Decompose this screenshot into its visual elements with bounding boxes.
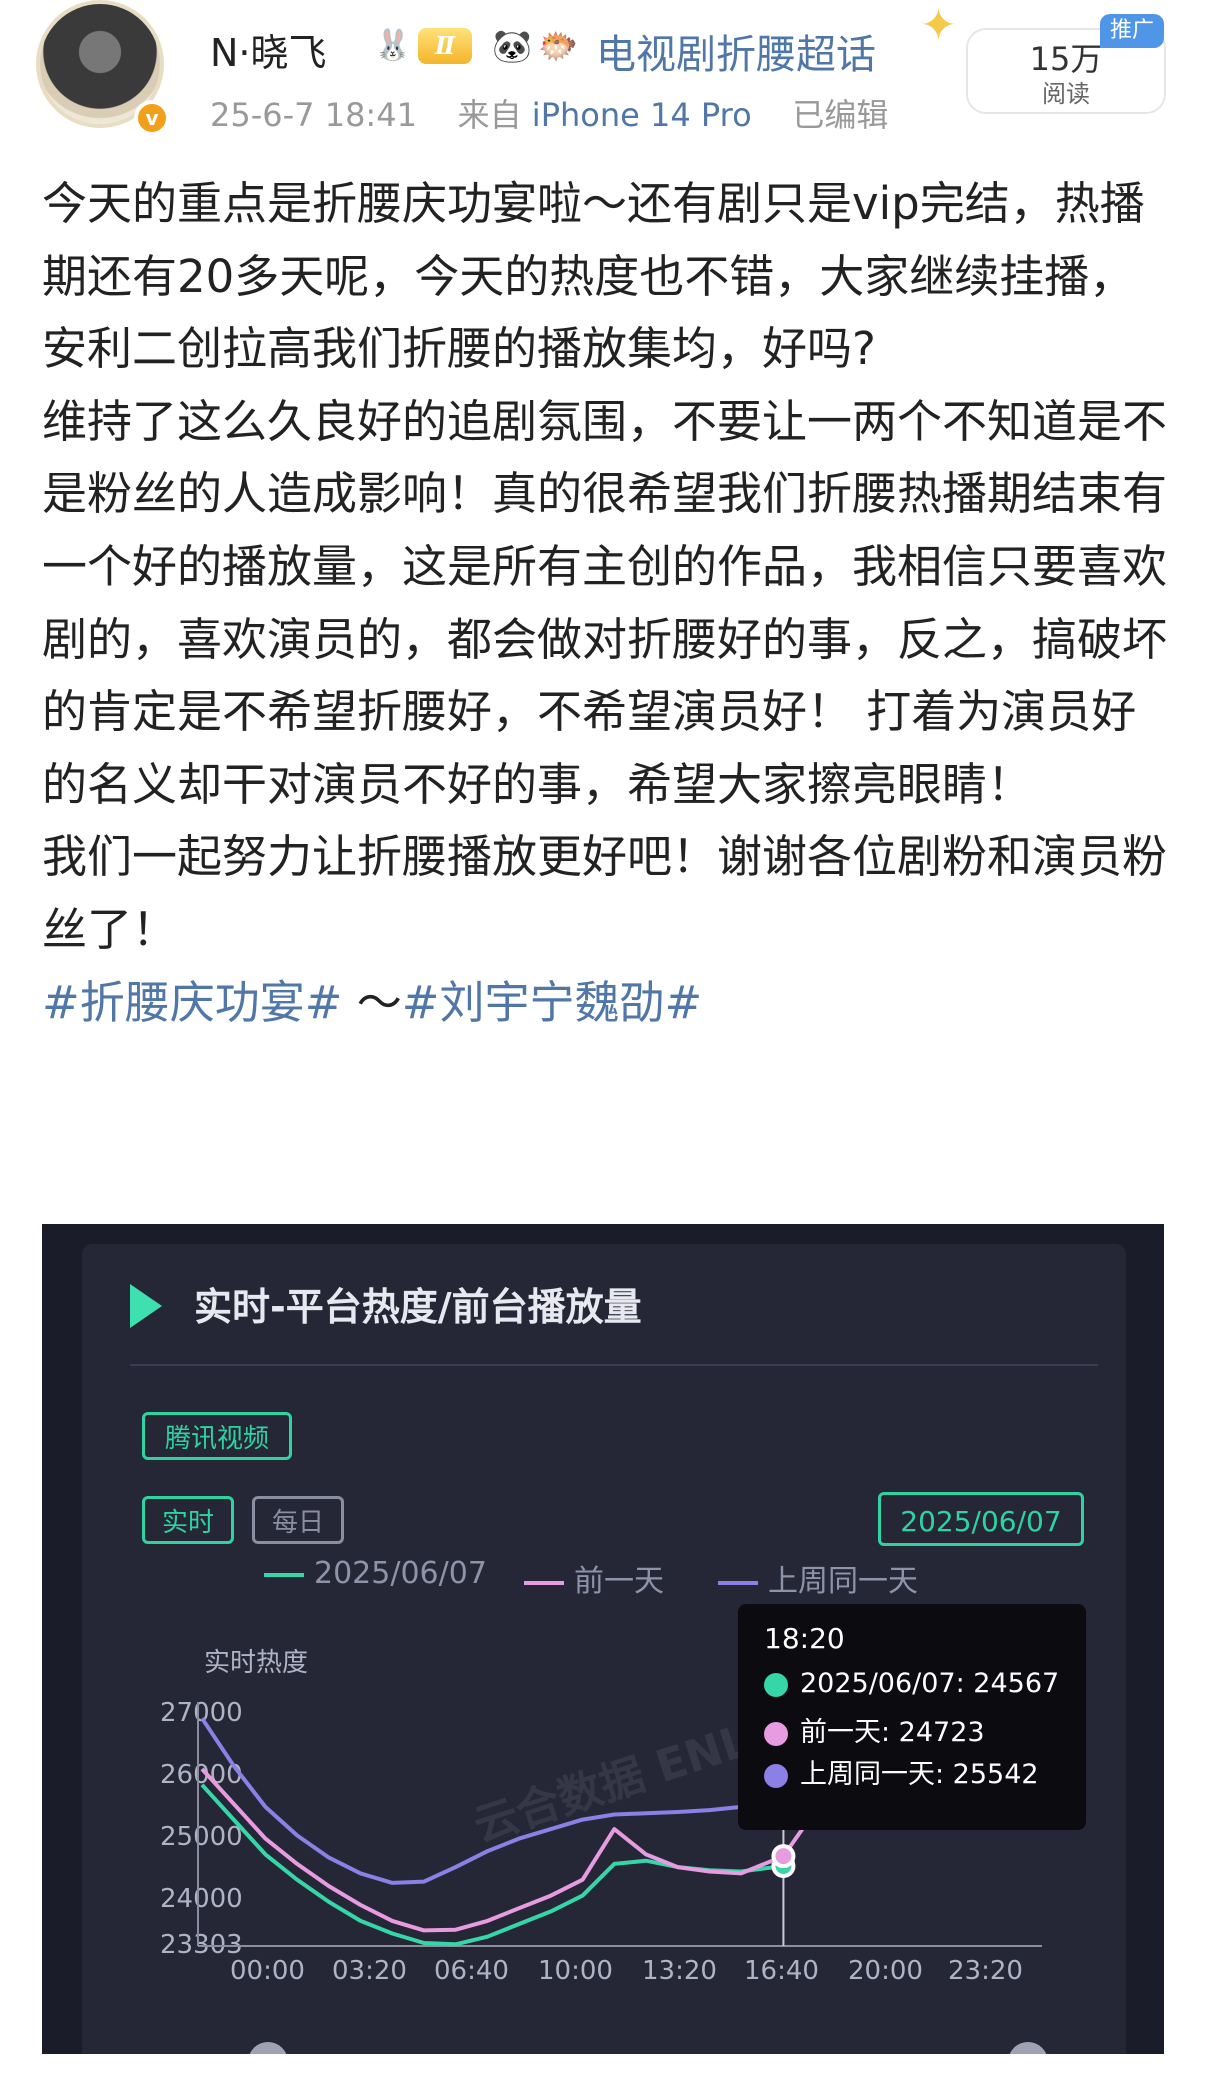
avatar-container[interactable]: v bbox=[34, 0, 174, 140]
tag-separator: ～ bbox=[342, 975, 402, 1029]
tooltip-row: 前一天: 24723 bbox=[764, 1710, 985, 1749]
post-image[interactable]: 实时-平台热度/前台播放量 腾讯视频 实时 每日 2025/06/07 2025… bbox=[42, 1224, 1164, 2054]
tooltip-time: 18:20 bbox=[764, 1622, 845, 1655]
fish-emoji-icon: 🐡 bbox=[538, 27, 578, 65]
level-badge: Ⅱ bbox=[418, 28, 472, 64]
star-decoration-icon: ✦ bbox=[920, 0, 957, 51]
series-dot-icon bbox=[764, 1672, 788, 1697]
hover-point-1[interactable] bbox=[771, 1844, 796, 1869]
post-meta: 25-6-7 18:41 来自 iPhone 14 Pro 已编辑 bbox=[210, 90, 888, 136]
post-date: 25-6-7 18:41 bbox=[210, 96, 417, 134]
ad-tag: 推广 bbox=[1100, 14, 1164, 48]
rabbit-emoji-icon: 🐰 bbox=[374, 28, 412, 63]
verified-badge-icon: v bbox=[134, 100, 170, 136]
post-paragraph: 我们一起努力让折腰播放更好吧！谢谢各位剧粉和演员粉丝了！ bbox=[42, 830, 1168, 956]
panda-emoji-icon: 🐼 bbox=[492, 27, 532, 65]
post-body: 今天的重点是折腰庆功宴啦～还有剧只是vip完结，热播期还有20多天呢，今天的热度… bbox=[42, 168, 1172, 1039]
topic-link[interactable]: 电视剧折腰超话 bbox=[596, 22, 876, 80]
series-dot-icon bbox=[764, 1763, 788, 1788]
edited-label[interactable]: 已编辑 bbox=[792, 96, 888, 134]
hashtag-link[interactable]: #折腰庆功宴# bbox=[42, 976, 342, 1029]
post-paragraph: 今天的重点是折腰庆功宴啦～还有剧只是vip完结，热播期还有20多天呢，今天的热度… bbox=[42, 177, 1145, 376]
post-tags: #折腰庆功宴# ～#刘宇宁魏劭# bbox=[42, 967, 1172, 1040]
chart-tooltip: 18:20 2025/06/07: 24567 前一天: 24723 上周同一天… bbox=[738, 1604, 1086, 1830]
tooltip-value: 上周同一天: 25542 bbox=[800, 1759, 1039, 1790]
post-paragraph: 维持了这么久良好的追剧氛围，不要让一两个不知道是不是粉丝的人造成影响！真的很希望… bbox=[42, 394, 1168, 811]
username[interactable]: N·晓飞 bbox=[210, 22, 327, 77]
source-prefix: 来自 bbox=[457, 96, 522, 134]
read-label: 阅读 bbox=[1042, 80, 1090, 108]
hashtag-link[interactable]: #刘宇宁魏劭# bbox=[402, 976, 702, 1029]
tooltip-value: 2025/06/07: 24567 bbox=[800, 1668, 1060, 1699]
tooltip-row: 2025/06/07: 24567 bbox=[764, 1668, 1059, 1699]
tooltip-row: 上周同一天: 25542 bbox=[764, 1752, 1039, 1791]
tooltip-value: 前一天: 24723 bbox=[800, 1717, 985, 1748]
series-dot-icon bbox=[764, 1721, 788, 1746]
source-device[interactable]: iPhone 14 Pro bbox=[532, 96, 752, 134]
